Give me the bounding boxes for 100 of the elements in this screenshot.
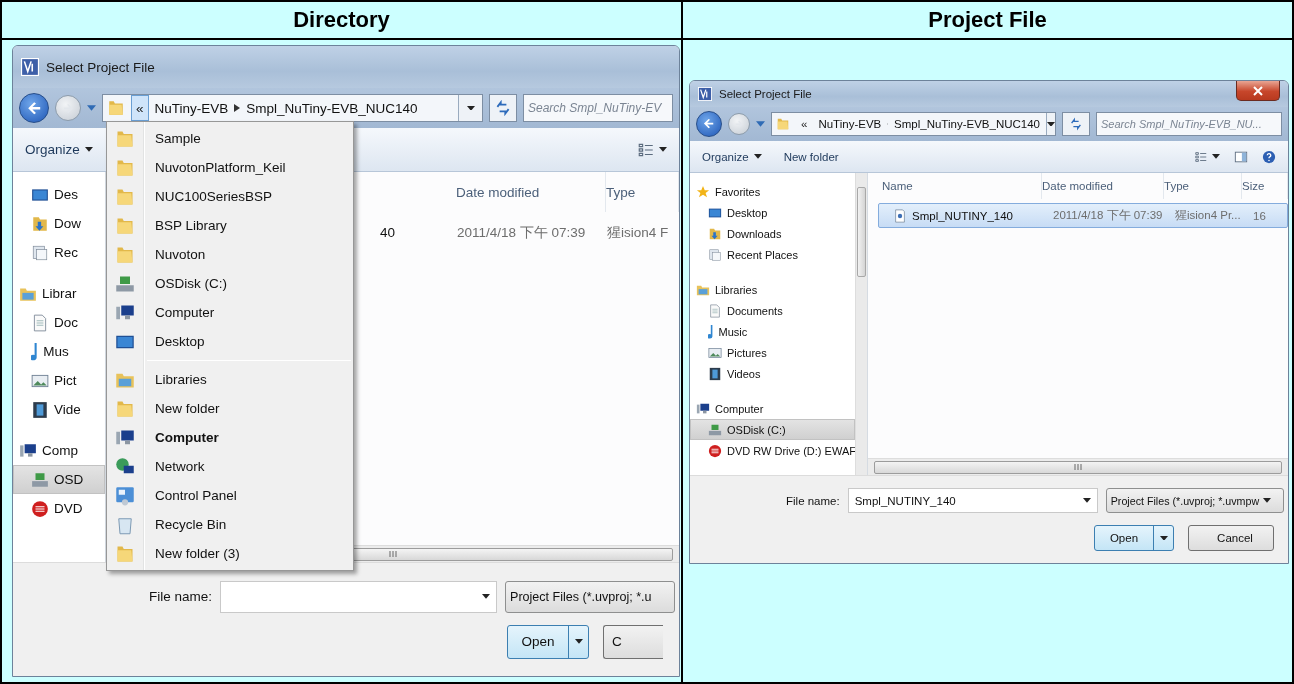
file-type-dropdown[interactable]: Project Files (*.uvproj; *.uvmpw <box>1105 488 1284 513</box>
breadcrumb-overflow-button[interactable]: « <box>131 95 149 121</box>
address-bar[interactable]: « NuTiny-EVB Smpl_NuTiny-EVB_NUC140 <box>771 112 1056 136</box>
open-button[interactable]: Open <box>507 624 589 659</box>
nav-item[interactable]: Comp <box>13 436 105 465</box>
refresh-button[interactable] <box>489 94 517 122</box>
caret-down-icon <box>659 147 667 152</box>
file-name-field[interactable]: Smpl_NUTINY_140 <box>847 488 1098 513</box>
nav-item[interactable]: Favorites <box>690 181 855 202</box>
breadcrumb-link[interactable]: Smpl_NuTiny-EVB_NUC140 <box>246 100 418 116</box>
nav-item[interactable]: Rec <box>13 238 105 267</box>
menu-item[interactable]: Computer <box>107 298 353 327</box>
window-title: Select Project File <box>46 59 156 75</box>
vertical-scrollbar[interactable] <box>855 173 867 475</box>
nav-item[interactable]: Mus <box>13 337 105 366</box>
nav-item[interactable]: Music <box>690 321 855 342</box>
address-dropdown-button[interactable] <box>1046 113 1055 135</box>
caret-down-icon <box>756 121 765 127</box>
menu-item[interactable]: Recycle Bin <box>107 510 353 539</box>
table-cell: 40 <box>379 225 395 240</box>
breadcrumb-overflow-button[interactable]: « <box>796 113 813 135</box>
cancel-button[interactable]: Cancel <box>1188 525 1274 551</box>
menu-item[interactable]: NUC100SeriesBSP <box>107 182 353 211</box>
file-type-dropdown[interactable]: Project Files (*.uvproj; *.u <box>505 580 675 613</box>
left-arrow-icon <box>26 100 42 116</box>
menu-item[interactable]: Sample <box>107 124 353 153</box>
menu-item[interactable]: NuvotonPlatform_Keil <box>107 153 353 182</box>
menu-item[interactable]: Nuvoton <box>107 240 353 269</box>
nav-item[interactable]: Desktop <box>690 202 855 223</box>
breadcrumb-link[interactable]: Smpl_NuTiny-EVB_NUC140 <box>894 118 1040 130</box>
disc-drive-icon <box>708 443 722 458</box>
close-button[interactable] <box>1236 81 1280 101</box>
caret-down-icon <box>1159 535 1168 541</box>
menu-item[interactable]: OSDisk (C:) <box>107 269 353 298</box>
search-field[interactable]: Search Smpl_NuTiny-EV <box>523 94 673 122</box>
file-name-field[interactable] <box>220 580 498 613</box>
view-options-button[interactable] <box>1194 149 1220 164</box>
nav-item[interactable]: OSDisk (C:) <box>690 419 855 440</box>
organize-menu-button[interactable]: Organize <box>702 150 762 163</box>
search-field[interactable]: Search Smpl_NuTiny-EVB_NU... <box>1096 112 1282 136</box>
caret-down-icon <box>87 105 96 111</box>
nav-item[interactable]: Pictures <box>690 342 855 363</box>
column-heading: Directory <box>2 2 683 38</box>
column-header[interactable]: Type <box>606 172 679 212</box>
list-view-icon <box>1194 149 1208 164</box>
column-header[interactable]: Date modified <box>1042 173 1164 199</box>
address-bar[interactable]: « NuTiny-EVB Smpl_NuTiny-EVB_NUC140 <box>102 94 483 122</box>
file-name-label: File name: <box>149 589 213 604</box>
star-icon <box>696 184 710 199</box>
nav-item[interactable]: Computer <box>690 398 855 419</box>
menu-item[interactable]: Computer <box>107 423 353 452</box>
column-header[interactable]: Type <box>1164 173 1242 199</box>
column-header[interactable]: Size <box>1242 173 1288 199</box>
file-row[interactable]: Smpl_NUTINY_140 2011/4/18 下午 07:39 猩ision4 Pr... 16 <box>878 203 1288 228</box>
computer-icon <box>19 441 37 460</box>
film-icon <box>31 400 49 419</box>
nav-item[interactable]: DVD RW Drive (D:) EWAF <box>690 440 855 461</box>
new-folder-button[interactable]: New folder <box>783 150 839 163</box>
menu-item[interactable]: Desktop <box>107 327 353 356</box>
nav-item[interactable]: Doc <box>13 308 105 337</box>
nav-item[interactable]: Des <box>13 180 105 209</box>
menu-item[interactable]: Libraries <box>107 365 353 394</box>
drive-icon <box>31 470 49 489</box>
nav-item[interactable]: Recent Places <box>690 244 855 265</box>
nav-item[interactable]: Dow <box>13 209 105 238</box>
table-cell: 2011/4/18 下午 07:39 <box>457 223 586 242</box>
horizontal-scrollbar[interactable] <box>868 458 1288 475</box>
nav-item[interactable]: Pict <box>13 366 105 395</box>
nav-item[interactable]: Libraries <box>690 279 855 300</box>
open-button[interactable]: Open <box>1094 525 1174 551</box>
back-button[interactable] <box>696 111 722 137</box>
nav-item[interactable]: Librar <box>13 279 105 308</box>
back-button[interactable] <box>19 93 49 123</box>
breadcrumb-link[interactable]: NuTiny-EVB <box>154 100 229 116</box>
nav-item[interactable]: Vide <box>13 395 105 424</box>
control-panel-icon <box>115 485 135 506</box>
menu-item[interactable]: BSP Library <box>107 211 353 240</box>
menu-item[interactable]: New folder (3) <box>107 539 353 568</box>
nav-item[interactable]: Videos <box>690 363 855 384</box>
address-dropdown-button[interactable] <box>458 95 482 121</box>
menu-item[interactable]: New folder <box>107 394 353 423</box>
menu-item[interactable]: Control Panel <box>107 481 353 510</box>
history-button[interactable] <box>87 105 96 111</box>
nav-item[interactable]: OSD <box>13 465 105 494</box>
column-header[interactable]: Date modified <box>456 172 606 212</box>
organize-menu-button[interactable]: Organize <box>25 142 93 157</box>
document-icon <box>31 313 49 332</box>
help-button[interactable] <box>1262 149 1276 164</box>
nav-item[interactable]: Downloads <box>690 223 855 244</box>
nav-item[interactable]: DVD <box>13 494 105 523</box>
column-header[interactable]: Name <box>882 173 1042 199</box>
caret-down-icon <box>1047 121 1055 127</box>
refresh-button[interactable] <box>1062 112 1090 136</box>
breadcrumb-link[interactable]: NuTiny-EVB <box>818 118 882 130</box>
nav-item[interactable]: Documents <box>690 300 855 321</box>
menu-item[interactable]: Network <box>107 452 353 481</box>
app-icon <box>21 58 39 76</box>
preview-pane-button[interactable] <box>1234 149 1248 164</box>
history-button[interactable] <box>756 121 765 127</box>
dialog-button[interactable]: C <box>603 624 663 659</box>
